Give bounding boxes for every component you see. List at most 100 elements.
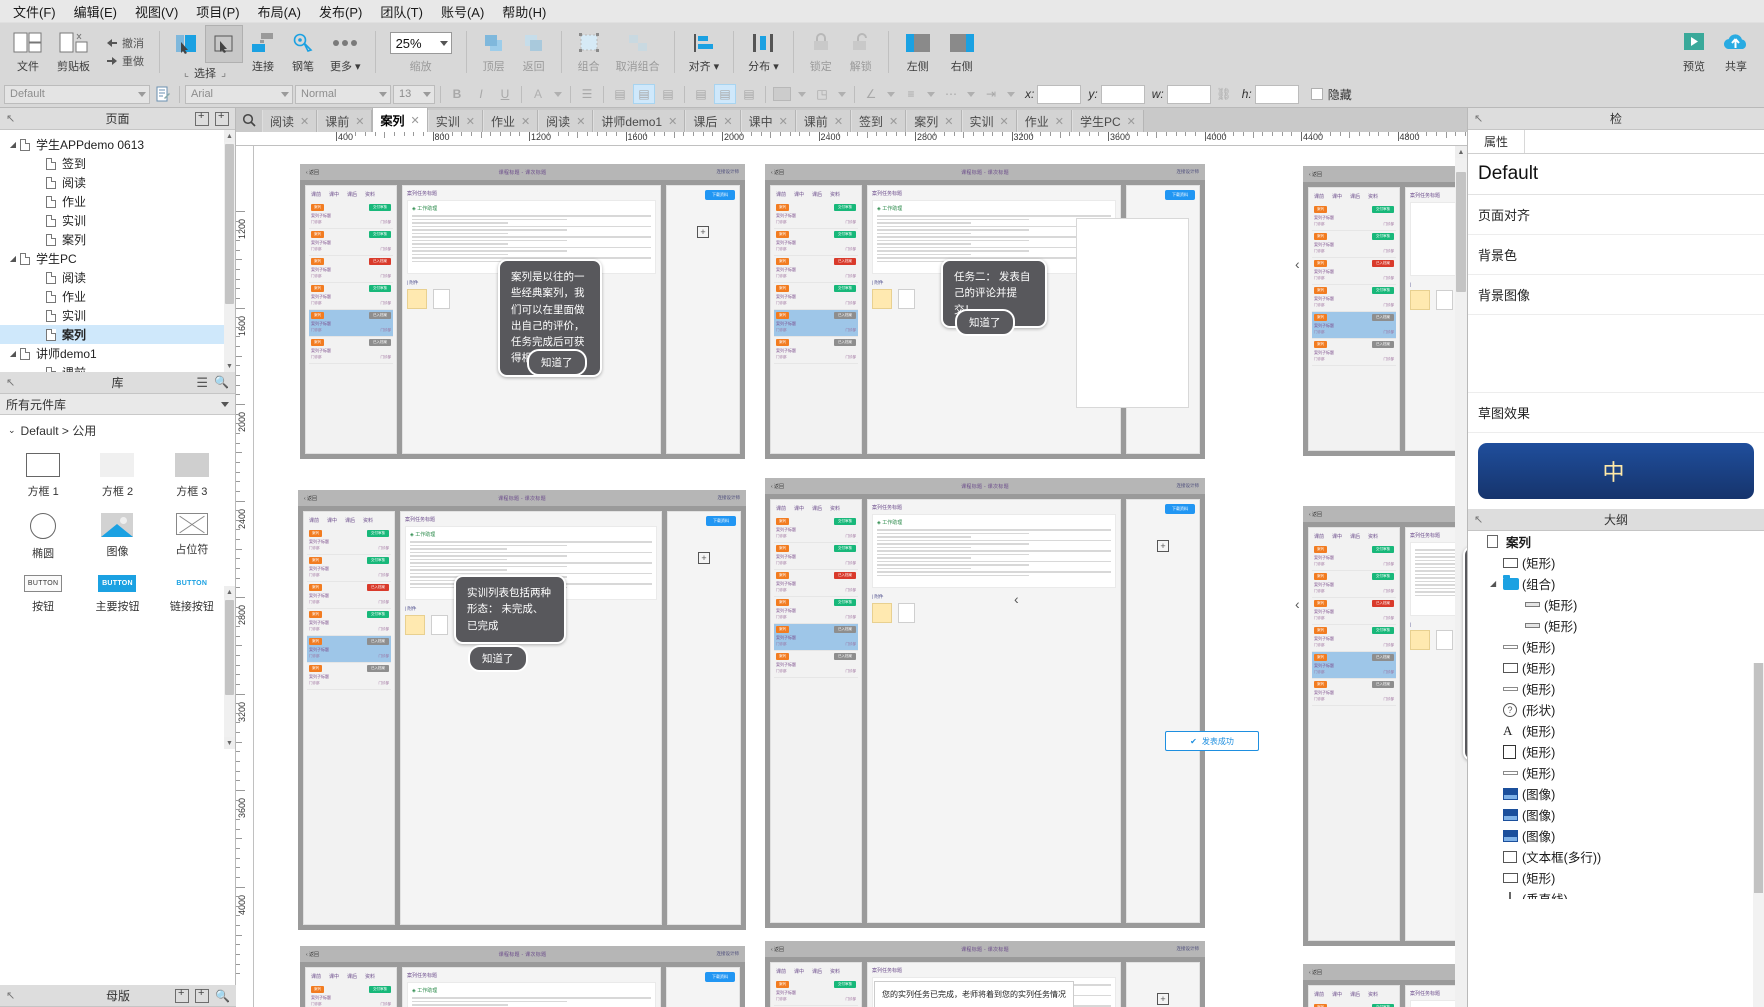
wf-list-row[interactable]: 案列 已入档案 案列子标题 门诊部 门诊部 <box>307 582 391 609</box>
library-menu-icon[interactable]: ☰ <box>196 375 208 391</box>
hidden-toggle[interactable]: 隐藏 <box>1310 86 1352 103</box>
wf-tab[interactable]: 课后 <box>347 191 357 198</box>
wf-list-row[interactable]: 案列 交付审核案列子标题门诊部门诊部 <box>307 609 391 636</box>
wf-download-button[interactable]: 下载资料 <box>1165 504 1195 514</box>
wf-connect-designer[interactable]: 连接设计师 <box>717 169 740 175</box>
valign-bottom-button[interactable]: ▤ <box>738 84 760 104</box>
wf-attachment-thumb[interactable] <box>1436 630 1453 650</box>
distribute-button[interactable]: 分布 ▾ <box>741 25 786 79</box>
wf-attachment-thumb[interactable] <box>431 615 448 635</box>
widget-button[interactable]: BUTTON 按钮 <box>6 569 80 622</box>
wf-back-button[interactable]: ‹ 返回 <box>771 169 784 176</box>
wf-list-row[interactable]: 案列 已入档案 案列子标题 门诊部 门诊部 <box>1312 312 1396 339</box>
wf-list-row[interactable]: 案列 交付审核案列子标题门诊部门诊部 <box>774 979 858 1006</box>
document-tab[interactable]: 课后 ✕ <box>685 110 741 132</box>
wf-back-button[interactable]: ‹ 返回 <box>304 495 317 502</box>
twisty-expanded-icon[interactable]: ◢ <box>6 140 20 149</box>
wf-tab[interactable]: 课后 <box>812 505 822 512</box>
redo-button[interactable]: 重做 <box>105 53 144 69</box>
wf-list-row[interactable]: 案列 交付审核案列子标题门诊部门诊部 <box>309 229 393 256</box>
align-right-button[interactable]: ▤ <box>657 84 679 104</box>
outline-item[interactable]: (矩形) <box>1468 636 1764 657</box>
widget-box1[interactable]: 方框 1 <box>6 447 80 507</box>
widget-box3[interactable]: 方框 3 <box>155 447 229 507</box>
wireframe-screen[interactable]: ‹ 返回课程标题 - 课次标题连接设计师课前课中课后资料案列交付审核案列子标题门… <box>1303 166 1467 456</box>
add-folder-icon[interactable] <box>215 110 229 126</box>
bring-to-front-button[interactable]: 顶层 <box>474 25 514 79</box>
wf-list-row[interactable]: 案列 已入档案 案列子标题 门诊部 门诊部 <box>309 310 393 337</box>
widget-box2[interactable]: 方框 2 <box>80 447 154 507</box>
fontsize-select[interactable]: 13 <box>393 84 435 104</box>
wf-list-row[interactable]: 案列 交付审核案列子标题门诊部门诊部 <box>774 516 858 543</box>
align-left-button[interactable]: ▤ <box>609 84 631 104</box>
page-tree-item[interactable]: 阅读 <box>0 268 235 287</box>
wf-task-list[interactable]: 课前课中课后资料案列交付审核案列子标题门诊部门诊部案列交付审核案列子标题门诊部门… <box>1308 527 1400 941</box>
wf-list-row[interactable]: 案列 交付审核案列子标题门诊部门诊部 <box>774 543 858 570</box>
wf-list-row[interactable]: 案列 已入档案 案列子标题 门诊部 门诊部 <box>1312 598 1396 625</box>
wireframe-screen[interactable]: ‹ 返回课程标题 - 课次标题连接设计师课前课中课后资料案列交付审核案列子标题门… <box>765 478 1205 928</box>
pages-tree[interactable]: ◢ 学生APPdemo 0613 签到 阅读 作业 实训 案列 ◢ 学生PC 阅读 作业 实训 案列 ◢ 讲… <box>0 130 235 372</box>
wf-tab[interactable]: 课前 <box>309 517 319 524</box>
wf-list-row[interactable]: 案列 交付审核案列子标题门诊部门诊部 <box>1312 285 1396 312</box>
collapse-icon[interactable]: ↖ <box>6 112 15 125</box>
page-tree-item[interactable]: 实训 <box>0 211 235 230</box>
close-icon[interactable]: ✕ <box>723 115 732 128</box>
outline-item[interactable]: (矩形) <box>1468 741 1764 762</box>
wf-connect-designer[interactable]: 连接设计师 <box>1177 483 1200 489</box>
document-tab[interactable]: 作业 ✕ <box>1016 110 1072 132</box>
wf-tab[interactable]: 课前 <box>311 973 321 980</box>
wf-task-list[interactable]: 课前课中课后资料案列交付审核案列子标题门诊部门诊部案列交付审核案列子标题门诊部门… <box>305 185 397 454</box>
wf-tab[interactable]: 课中 <box>794 191 804 198</box>
wf-back-button[interactable]: ‹ 返回 <box>1309 969 1322 976</box>
wf-large-placeholder[interactable] <box>1076 218 1189 408</box>
wf-list-row[interactable]: 案列 交付审核案列子标题门诊部门诊部 <box>307 555 391 582</box>
outline-tree[interactable]: 案列 (矩形) ◢ (组合) (矩形) (矩形) (矩形) (矩形) (矩形)? (形状) A (矩形… <box>1468 531 1764 899</box>
wf-list-row[interactable]: 案列 已入档案 案列子标题 门诊部 门诊部 <box>307 663 391 690</box>
undo-button[interactable]: 撤消 <box>105 35 144 51</box>
wf-tab[interactable]: 资料 <box>830 191 840 198</box>
twisty-expanded-icon[interactable]: ◢ <box>6 254 20 263</box>
wf-task-list[interactable]: 课前课中课后资料案列交付审核案列子标题门诊部门诊部案列交付审核案列子标题门诊部门… <box>1308 187 1400 451</box>
wf-download-button[interactable]: 下载资料 <box>705 190 735 200</box>
twisty-expanded-icon[interactable]: ◢ <box>1490 579 1503 588</box>
bold-button[interactable]: B <box>446 84 468 104</box>
wf-tab[interactable]: 课中 <box>329 191 339 198</box>
page-tree-item[interactable]: 课前 <box>0 363 235 372</box>
wireframe-screen[interactable]: ‹ 返回课程标题 - 课次标题连接设计师课前课中课后资料案列交付审核案列子标题门… <box>1303 506 1467 946</box>
menu-project[interactable]: 项目(P) <box>187 0 248 24</box>
wf-tab[interactable]: 课中 <box>327 517 337 524</box>
line-style-button[interactable]: ⋯ <box>940 84 962 104</box>
outline-item[interactable]: (矩形) <box>1468 615 1764 636</box>
wf-list-row[interactable]: 案列 交付审核案列子标题门诊部门诊部 <box>1312 625 1396 652</box>
wf-list-row[interactable]: 案列 已入档案 案列子标题 门诊部 门诊部 <box>309 256 393 283</box>
outline-item[interactable]: (矩形) <box>1468 657 1764 678</box>
row-page-align[interactable]: 页面对齐 <box>1468 195 1764 235</box>
valign-top-button[interactable]: ▤ <box>690 84 712 104</box>
library-category[interactable]: ⌄ Default > 公用 <box>0 415 235 443</box>
widget-placeholder[interactable]: 占位符 <box>155 507 229 569</box>
outline-item[interactable]: (矩形) <box>1468 552 1764 573</box>
wf-tab[interactable]: 课后 <box>812 191 822 198</box>
document-tab[interactable]: 实训 ✕ <box>961 110 1017 132</box>
wf-list-row[interactable]: 案列 交付审核案列子标题门诊部门诊部 <box>309 202 393 229</box>
wf-connect-designer[interactable]: 连接设计师 <box>718 495 741 501</box>
page-tree-item[interactable]: 实训 <box>0 306 235 325</box>
outline-item[interactable]: (矩形) <box>1468 867 1764 888</box>
send-back-button[interactable]: 返回 <box>514 25 554 79</box>
widget-image[interactable]: 图像 <box>80 507 154 569</box>
wireframe-screen[interactable]: ‹ 返回课程标题 - 课次标题连接设计师课前课中课后资料案列交付审核案列子标题门… <box>1303 964 1467 1007</box>
line-width-dropdown[interactable] <box>924 84 938 104</box>
close-icon[interactable]: ✕ <box>410 114 419 127</box>
add-page-icon[interactable] <box>195 110 209 126</box>
wf-download-button[interactable]: 下载资料 <box>706 516 736 526</box>
left-pane-button[interactable]: 左侧 <box>896 25 940 79</box>
close-icon[interactable]: ✕ <box>1000 115 1009 128</box>
outline-item[interactable]: A (矩形) <box>1468 720 1764 741</box>
unlock-button[interactable]: 解锁 <box>841 25 881 79</box>
scroll-up-arrow[interactable]: ▲ <box>224 130 235 142</box>
line-style-dropdown[interactable] <box>964 84 978 104</box>
wf-list-row[interactable]: 案列 已入档案 案列子标题 门诊部 门诊部 <box>774 624 858 651</box>
wf-tab[interactable]: 课前 <box>776 968 786 975</box>
wireframe-screen[interactable]: ‹ 返回课程标题 - 课次标题连接设计师课前课中课后资料案列交付审核案列子标题门… <box>300 946 745 1007</box>
scroll-up-arrow[interactable]: ▲ <box>1455 146 1467 158</box>
